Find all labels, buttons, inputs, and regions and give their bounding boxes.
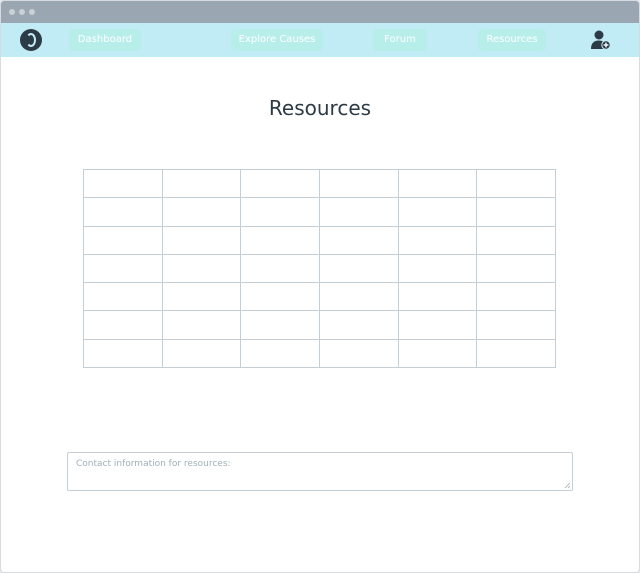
table-row: [83, 225, 556, 255]
contact-info-textarea[interactable]: [67, 452, 573, 491]
table-cell[interactable]: [240, 225, 320, 255]
table-cell[interactable]: [318, 338, 399, 369]
table-cell[interactable]: [397, 282, 478, 312]
table-cell[interactable]: [476, 338, 556, 369]
table-cell[interactable]: [397, 168, 478, 199]
table-cell[interactable]: [476, 168, 556, 199]
table-cell[interactable]: [476, 282, 556, 312]
table-cell[interactable]: [318, 225, 399, 255]
table-cell[interactable]: [240, 253, 320, 284]
table-cell[interactable]: [318, 168, 399, 199]
table-cell[interactable]: [161, 310, 242, 340]
table-row: [83, 310, 556, 340]
table-cell[interactable]: [476, 253, 556, 284]
table-cell[interactable]: [240, 197, 320, 227]
table-cell[interactable]: [161, 225, 242, 255]
table-cell[interactable]: [240, 310, 320, 340]
table-cell[interactable]: [397, 338, 478, 369]
table-cell[interactable]: [476, 197, 556, 227]
table-cell[interactable]: [476, 225, 556, 255]
table-cell[interactable]: [318, 310, 399, 340]
table-cell[interactable]: [161, 168, 242, 199]
nav-item-explore-causes[interactable]: Explore Causes: [231, 29, 323, 51]
table-cell[interactable]: [397, 197, 478, 227]
browser-window: Dashboard Explore Causes Forum Resources…: [0, 0, 640, 573]
table-cell[interactable]: [318, 282, 399, 312]
nav-item-dashboard[interactable]: Dashboard: [69, 29, 141, 51]
table-cell[interactable]: [83, 253, 163, 284]
top-navbar: Dashboard Explore Causes Forum Resources: [1, 23, 639, 57]
table-row: [83, 197, 556, 227]
resources-table: [83, 168, 556, 369]
table-cell[interactable]: [318, 197, 399, 227]
nav-item-forum[interactable]: Forum: [373, 29, 427, 51]
table-row: [83, 338, 556, 369]
table-cell[interactable]: [161, 253, 242, 284]
table-cell[interactable]: [240, 338, 320, 369]
table-cell[interactable]: [397, 253, 478, 284]
window-minimize-dot[interactable]: [19, 9, 25, 15]
table-cell[interactable]: [161, 338, 242, 369]
table-cell[interactable]: [240, 168, 320, 199]
table-cell[interactable]: [318, 253, 399, 284]
add-user-icon[interactable]: [590, 29, 612, 51]
page-title: Resources: [268, 96, 372, 120]
table-cell[interactable]: [397, 310, 478, 340]
table-cell[interactable]: [83, 282, 163, 312]
table-cell[interactable]: [83, 310, 163, 340]
table-cell[interactable]: [476, 310, 556, 340]
table-row: [83, 168, 556, 199]
table-cell[interactable]: [83, 197, 163, 227]
table-cell[interactable]: [83, 338, 163, 369]
window-maximize-dot[interactable]: [29, 9, 35, 15]
table-row: [83, 282, 556, 312]
window-titlebar: [1, 1, 639, 23]
resize-grip-icon[interactable]: [563, 481, 571, 489]
swirl-logo-icon[interactable]: [20, 29, 42, 51]
table-row: [83, 253, 556, 284]
table-cell[interactable]: [240, 282, 320, 312]
table-cell[interactable]: [161, 197, 242, 227]
window-close-dot[interactable]: [9, 9, 15, 15]
nav-item-resources[interactable]: Resources: [478, 29, 546, 51]
table-cell[interactable]: [83, 225, 163, 255]
table-cell[interactable]: [161, 282, 242, 312]
table-cell[interactable]: [83, 168, 163, 199]
table-cell[interactable]: [397, 225, 478, 255]
